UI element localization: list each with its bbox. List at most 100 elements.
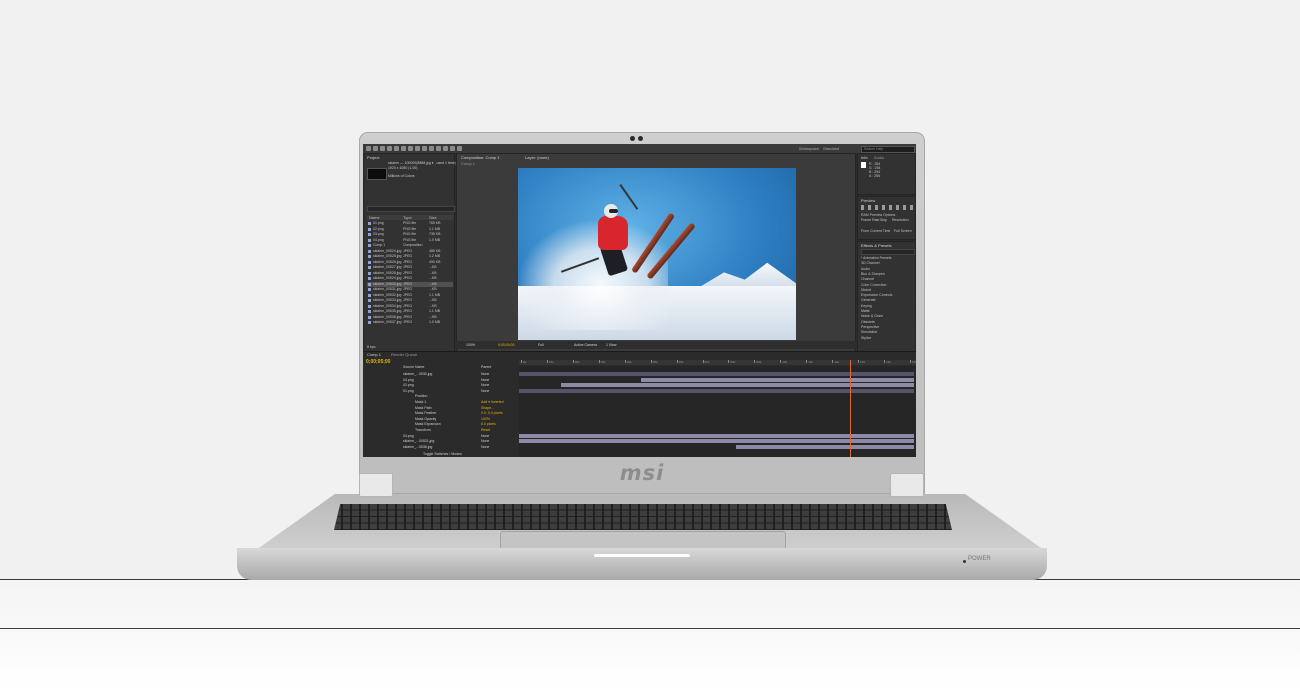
toggle-switches-button[interactable]: Toggle Switches / Modes [423,452,579,457]
layer-duration-bar[interactable] [736,444,914,449]
from-current-time-checkbox[interactable]: From Current Time [861,229,890,233]
effect-category[interactable]: Audio [861,267,870,271]
effect-category[interactable]: Keying [861,304,872,308]
list-item[interactable]: skiahm_00533.jpg JPEG ...KB [367,298,453,303]
composition-viewer[interactable] [518,168,796,340]
bit-depth-button[interactable]: 8 bpc [367,345,376,349]
table-row[interactable]: Mask Path Shape... [363,406,519,411]
list-item[interactable]: skiahm_00524.jpg JPEG 485 KB [367,249,453,254]
list-item[interactable]: skiahm_00534.jpg JPEG ...KB [367,304,453,309]
camera-tool-icon[interactable] [394,146,399,151]
list-item[interactable]: 02.png PNG file 1.1 MB [367,227,453,232]
list-item[interactable]: skiahm_00536.jpg JPEG ...KB [367,315,453,320]
list-item[interactable]: skiahm_00531.jpg JPEG ...KB [367,287,453,292]
composition-tab[interactable]: Composition: Comp 1 [461,155,499,160]
effect-category[interactable]: Stylize [861,336,871,340]
project-search-input[interactable] [367,206,455,212]
playhead[interactable] [849,360,851,457]
list-item[interactable]: skiahm_00537.jpg JPEG 1.0 MB [367,320,453,325]
effect-category[interactable]: Color Correction [861,283,886,287]
views-select[interactable]: 1 View [606,343,616,347]
list-item[interactable]: skiahm_00529.jpg JPEG ...KB [367,276,453,281]
layer-duration-bar[interactable] [519,439,914,444]
layer-tab[interactable]: Layer: (none) [525,155,549,160]
table-row[interactable]: 01.png None [363,389,519,394]
eraser-tool-icon[interactable] [443,146,448,151]
effect-category[interactable]: Generate [861,298,876,302]
effect-category[interactable]: Channel [861,277,874,281]
help-search-input[interactable]: Search Help [861,146,915,153]
effect-category[interactable]: 3D Channel [861,261,879,265]
table-row[interactable]: Transform Reset [363,428,519,433]
effects-search-input[interactable] [861,249,915,255]
layer-duration-bar[interactable] [519,388,914,393]
table-row[interactable]: skiahm_...00531.jpg None [363,439,519,444]
camera-select[interactable]: Active Camera [574,343,597,347]
list-item[interactable]: 03.png PNG file 735 KB [367,232,453,237]
effect-category[interactable]: * Animation Presets [861,256,892,260]
column-name[interactable]: Name [369,215,380,220]
clone-tool-icon[interactable] [436,146,441,151]
resolution-select[interactable]: Full [538,343,544,347]
selection-tool-icon[interactable] [366,146,371,151]
table-row[interactable]: Mask Opacity 100% [363,417,519,422]
rotate-tool-icon[interactable] [387,146,392,151]
table-row[interactable]: Mask 1 Add ▾ Inverted [363,400,519,405]
list-item[interactable]: skiahm_00528.jpg JPEG ...KB [367,271,453,276]
list-item[interactable]: 04.png PNG file 1.0 MB [367,238,453,243]
effect-category[interactable]: Expression Controls [861,293,892,297]
zoom-select[interactable]: 100% [466,343,475,347]
preview-tab[interactable]: Preview [861,198,875,203]
column-size[interactable]: Size [429,215,437,220]
layer-duration-bar[interactable] [561,383,914,388]
text-tool-icon[interactable] [422,146,427,151]
table-row[interactable]: 03.png None [363,378,519,383]
timeline-timecode[interactable]: 0;00;05;00 [366,359,390,365]
project-tab[interactable]: Project [367,155,379,160]
info-tab[interactable]: Info [861,155,868,160]
effect-category[interactable]: Obsolete [861,320,875,324]
workspace-select[interactable]: Standard [823,146,839,151]
list-item[interactable]: skiahm_00530.jpg JPEG ...KB [367,281,453,287]
roto-tool-icon[interactable] [457,146,462,151]
effect-category[interactable]: Distort [861,288,871,292]
layer-duration-bar[interactable] [519,433,914,438]
full-screen-checkbox[interactable]: Full Screen [894,229,912,233]
table-row[interactable]: 04.png None [363,434,519,439]
timeline-tab[interactable]: Comp 1 [367,352,381,357]
list-item[interactable]: 01.png PNG file 765 KB [367,221,453,226]
pen-tool-icon[interactable] [415,146,420,151]
playback-controls[interactable] [861,205,913,210]
keyboard[interactable] [334,504,952,530]
layer-duration-bar[interactable] [640,377,914,382]
table-row[interactable]: Mask Feather 0.0, 0.0 pixels [363,411,519,416]
list-item[interactable]: skiahm_00532.jpg JPEG 1.1 MB [367,293,453,298]
layer-duration-bar[interactable] [519,372,914,376]
table-row[interactable]: Mask Expansion 0.0 pixels [363,422,519,427]
column-type[interactable]: Type [403,215,412,220]
list-item[interactable]: skiahm_00526.jpg JPEG 490 KB [367,260,453,265]
effect-category[interactable]: Matte [861,309,870,313]
effect-category[interactable]: Simulation [861,330,877,334]
list-item[interactable]: Comp 1 Composition [367,243,453,248]
puppet-tool-icon[interactable] [450,146,455,151]
brush-tool-icon[interactable] [429,146,434,151]
effects-tab[interactable]: Effects & Presets [861,243,892,248]
comp-sub-tab[interactable]: Comp 1 [461,161,475,166]
table-row[interactable]: skiahm_...0536.jpg None [363,445,519,450]
time-ruler[interactable]: 0s 01s 02s 03s 04s 05s 06s 07s 08s 09s 10s 11s 12s 13… [519,360,916,365]
list-item[interactable]: skiahm_00525.jpg JPEG 1.2 MB [367,254,453,259]
pan-tool-icon[interactable] [401,146,406,151]
comp-timecode[interactable]: 0;00;00;00 [498,343,515,347]
table-row[interactable]: Position [363,394,519,399]
list-item[interactable]: skiahm_00535.jpg JPEG 1.1 MB [367,309,453,314]
list-item[interactable]: skiahm_00527.jpg JPEG ...KB [367,265,453,270]
table-row[interactable]: skiahm_...0530.jpg None [363,372,519,377]
effect-category[interactable]: Noise & Grain [861,314,883,318]
rectangle-tool-icon[interactable] [408,146,413,151]
zoom-tool-icon[interactable] [380,146,385,151]
hand-tool-icon[interactable] [373,146,378,151]
table-row[interactable]: 02.png None [363,383,519,388]
effect-category[interactable]: Perspective [861,325,879,329]
ram-preview-options[interactable]: RAM Preview Options [861,213,895,217]
